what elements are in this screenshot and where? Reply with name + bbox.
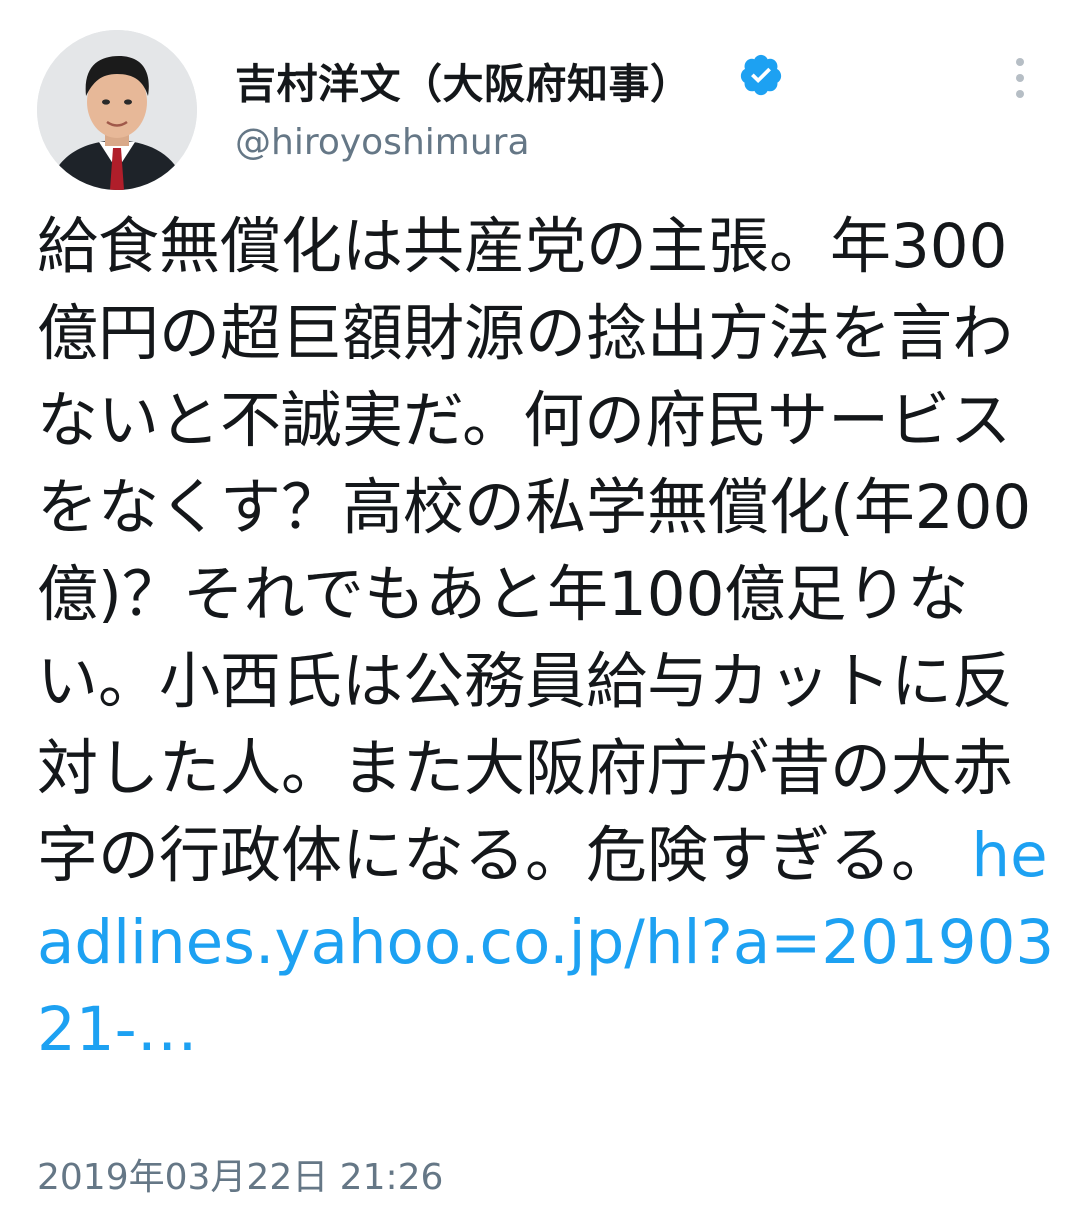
menu-dot: [1016, 58, 1024, 66]
avatar[interactable]: [37, 30, 197, 190]
display-name[interactable]: 吉村洋文（大阪府知事）: [235, 50, 692, 110]
tweet-body: 給食無償化は共産党の主張。年300億円の超巨額財源の捻出方法を言わないと不誠実だ…: [37, 211, 1032, 891]
more-options-icon[interactable]: [1000, 56, 1040, 100]
tweet-text: 給食無償化は共産党の主張。年300億円の超巨額財源の捻出方法を言わないと不誠実だ…: [37, 203, 1057, 1073]
tweet-timestamp[interactable]: 2019年03月22日 21:26: [37, 1148, 443, 1200]
menu-dot: [1016, 90, 1024, 98]
user-handle[interactable]: @hiroyoshimura: [235, 122, 530, 163]
menu-dot: [1016, 74, 1024, 82]
tweet-card: 吉村洋文（大阪府知事） @hiroyoshimura 給食無償化は共産党の主張。…: [0, 0, 1079, 1217]
verified-badge-icon: [740, 54, 782, 96]
avatar-image: [37, 30, 197, 190]
